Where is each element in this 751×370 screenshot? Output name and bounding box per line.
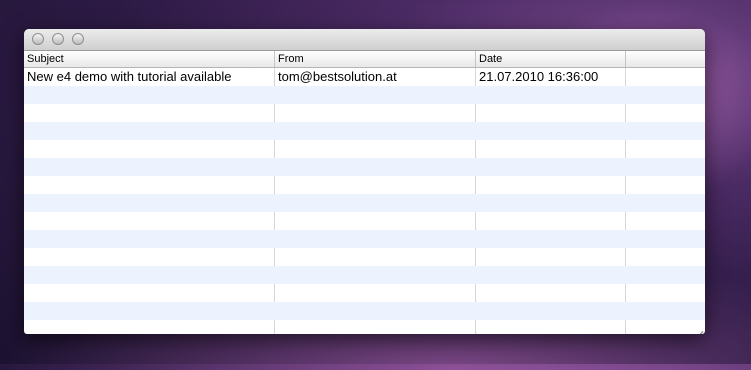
empty-table-row <box>24 104 705 122</box>
table-header: Subject From Date <box>24 51 705 68</box>
empty-table-row <box>24 302 705 320</box>
zoom-button[interactable] <box>72 33 84 45</box>
mail-window: Subject From Date New e4 demo with tutor… <box>24 29 705 334</box>
table-row[interactable]: New e4 demo with tutorial available tom@… <box>24 68 705 86</box>
column-header-label: Subject <box>27 53 64 65</box>
column-header-filler <box>626 51 705 67</box>
empty-table-row <box>24 230 705 248</box>
cell-from: tom@bestsolution.at <box>278 69 397 84</box>
empty-table-row <box>24 212 705 230</box>
empty-table-row <box>24 194 705 212</box>
column-header-subject[interactable]: Subject <box>24 51 275 67</box>
empty-table-row <box>24 176 705 194</box>
column-header-label: Date <box>479 53 503 65</box>
empty-table-row <box>24 248 705 266</box>
resize-grip-icon[interactable] <box>693 322 704 334</box>
table-body: New e4 demo with tutorial available tom@… <box>24 68 705 320</box>
empty-table-row <box>24 158 705 176</box>
empty-table-row <box>24 284 705 302</box>
empty-table-row <box>24 266 705 284</box>
column-header-date[interactable]: Date <box>476 51 626 67</box>
cell-date: 21.07.2010 16:36:00 <box>479 69 599 84</box>
close-button[interactable] <box>32 33 44 45</box>
cell-subject: New e4 demo with tutorial available <box>27 69 232 84</box>
title-bar[interactable] <box>24 29 705 51</box>
minimize-button[interactable] <box>52 33 64 45</box>
column-header-from[interactable]: From <box>275 51 476 67</box>
empty-table-row <box>24 140 705 158</box>
message-table: Subject From Date New e4 demo with tutor… <box>24 51 705 334</box>
column-header-label: From <box>278 53 304 65</box>
empty-table-row <box>24 122 705 140</box>
empty-table-row <box>24 86 705 104</box>
